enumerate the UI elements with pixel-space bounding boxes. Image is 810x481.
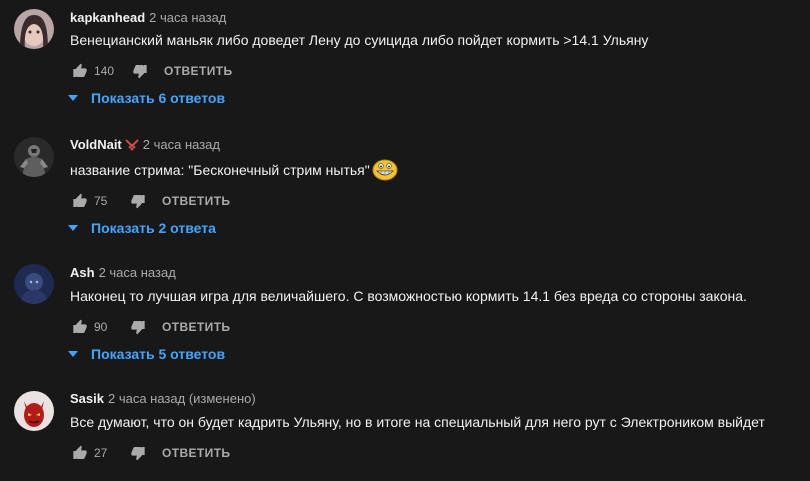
comment-actions: 75 ОТВЕТИТЬ (70, 191, 230, 211)
show-replies-button[interactable]: Показать 5 ответов (68, 344, 225, 364)
author-name[interactable]: Ash (70, 265, 95, 280)
comment-time[interactable]: 2 часа назад (99, 265, 176, 280)
thumb-down-icon[interactable] (128, 191, 148, 211)
avatar[interactable] (14, 264, 54, 304)
thumb-up-icon[interactable] (70, 317, 90, 337)
comment-time[interactable]: 2 часа назад (143, 137, 220, 152)
red-demon-avatar-icon (14, 391, 54, 431)
show-replies-label: Показать 6 ответов (91, 90, 226, 106)
comment-actions: 27 ОТВЕТИТЬ (70, 443, 230, 463)
like-count: 140 (94, 64, 115, 78)
comment-header: VoldNait 2 часа назад (70, 137, 220, 155)
comment-header: kapkanhead 2 часа назад (70, 10, 226, 26)
reply-button[interactable]: ОТВЕТИТЬ (164, 64, 232, 78)
thumb-down-icon[interactable] (128, 443, 148, 463)
author-name[interactable]: kapkanhead (70, 10, 145, 25)
like-count: 90 (94, 320, 108, 334)
dark-warrior-avatar-icon (14, 137, 54, 177)
show-replies-button[interactable]: Показать 6 ответов (68, 88, 225, 108)
grinning-face-emoji-icon (372, 159, 398, 186)
thumb-up-icon[interactable] (70, 443, 90, 463)
avatar[interactable] (14, 9, 54, 49)
reply-button[interactable]: ОТВЕТИТЬ (162, 446, 230, 460)
like-count: 27 (94, 446, 108, 460)
chevron-down-icon (68, 225, 78, 231)
comment-actions: 90 ОТВЕТИТЬ (70, 317, 230, 337)
thumb-down-icon[interactable] (128, 317, 148, 337)
chevron-down-icon (68, 351, 78, 357)
dark-figure-avatar-icon (14, 264, 54, 304)
comment-actions: 140 ОТВЕТИТЬ (70, 61, 232, 81)
comment-text: Венецианский маньяк либо доведет Лену до… (70, 32, 649, 48)
reply-button[interactable]: ОТВЕТИТЬ (162, 194, 230, 208)
reply-button[interactable]: ОТВЕТИТЬ (162, 320, 230, 334)
show-replies-label: Показать 2 ответа (91, 220, 216, 236)
comment-text: название стрима: "Бесконечный стрим ныть… (70, 162, 370, 178)
comment-time[interactable]: 2 часа назад (149, 10, 226, 25)
comment-time[interactable]: 2 часа назад (изменено) (108, 391, 256, 406)
avatar[interactable] (14, 391, 54, 431)
thumb-down-icon[interactable] (130, 61, 150, 81)
like-count: 75 (94, 194, 108, 208)
author-name[interactable]: VoldNait (70, 137, 122, 152)
thumb-up-icon[interactable] (70, 191, 90, 211)
comment-header: Ash 2 часа назад (70, 265, 176, 281)
show-replies-label: Показать 5 ответов (91, 346, 226, 362)
comment-header: Sasik 2 часа назад (изменено) (70, 391, 256, 407)
show-replies-button[interactable]: Показать 2 ответа (68, 218, 216, 238)
girl-portrait-avatar-icon (14, 9, 54, 49)
avatar[interactable] (14, 137, 54, 177)
thumb-up-icon[interactable] (70, 61, 90, 81)
author-name[interactable]: Sasik (70, 391, 104, 406)
sword-emoji-icon (125, 139, 139, 155)
comment-text: Наконец то лучшая игра для величайшего. … (70, 288, 747, 304)
comment-text-row: название стрима: "Бесконечный стрим ныть… (70, 159, 398, 186)
chevron-down-icon (68, 95, 78, 101)
comment-text: Все думают, что он будет кадрить Ульяну,… (70, 414, 765, 430)
